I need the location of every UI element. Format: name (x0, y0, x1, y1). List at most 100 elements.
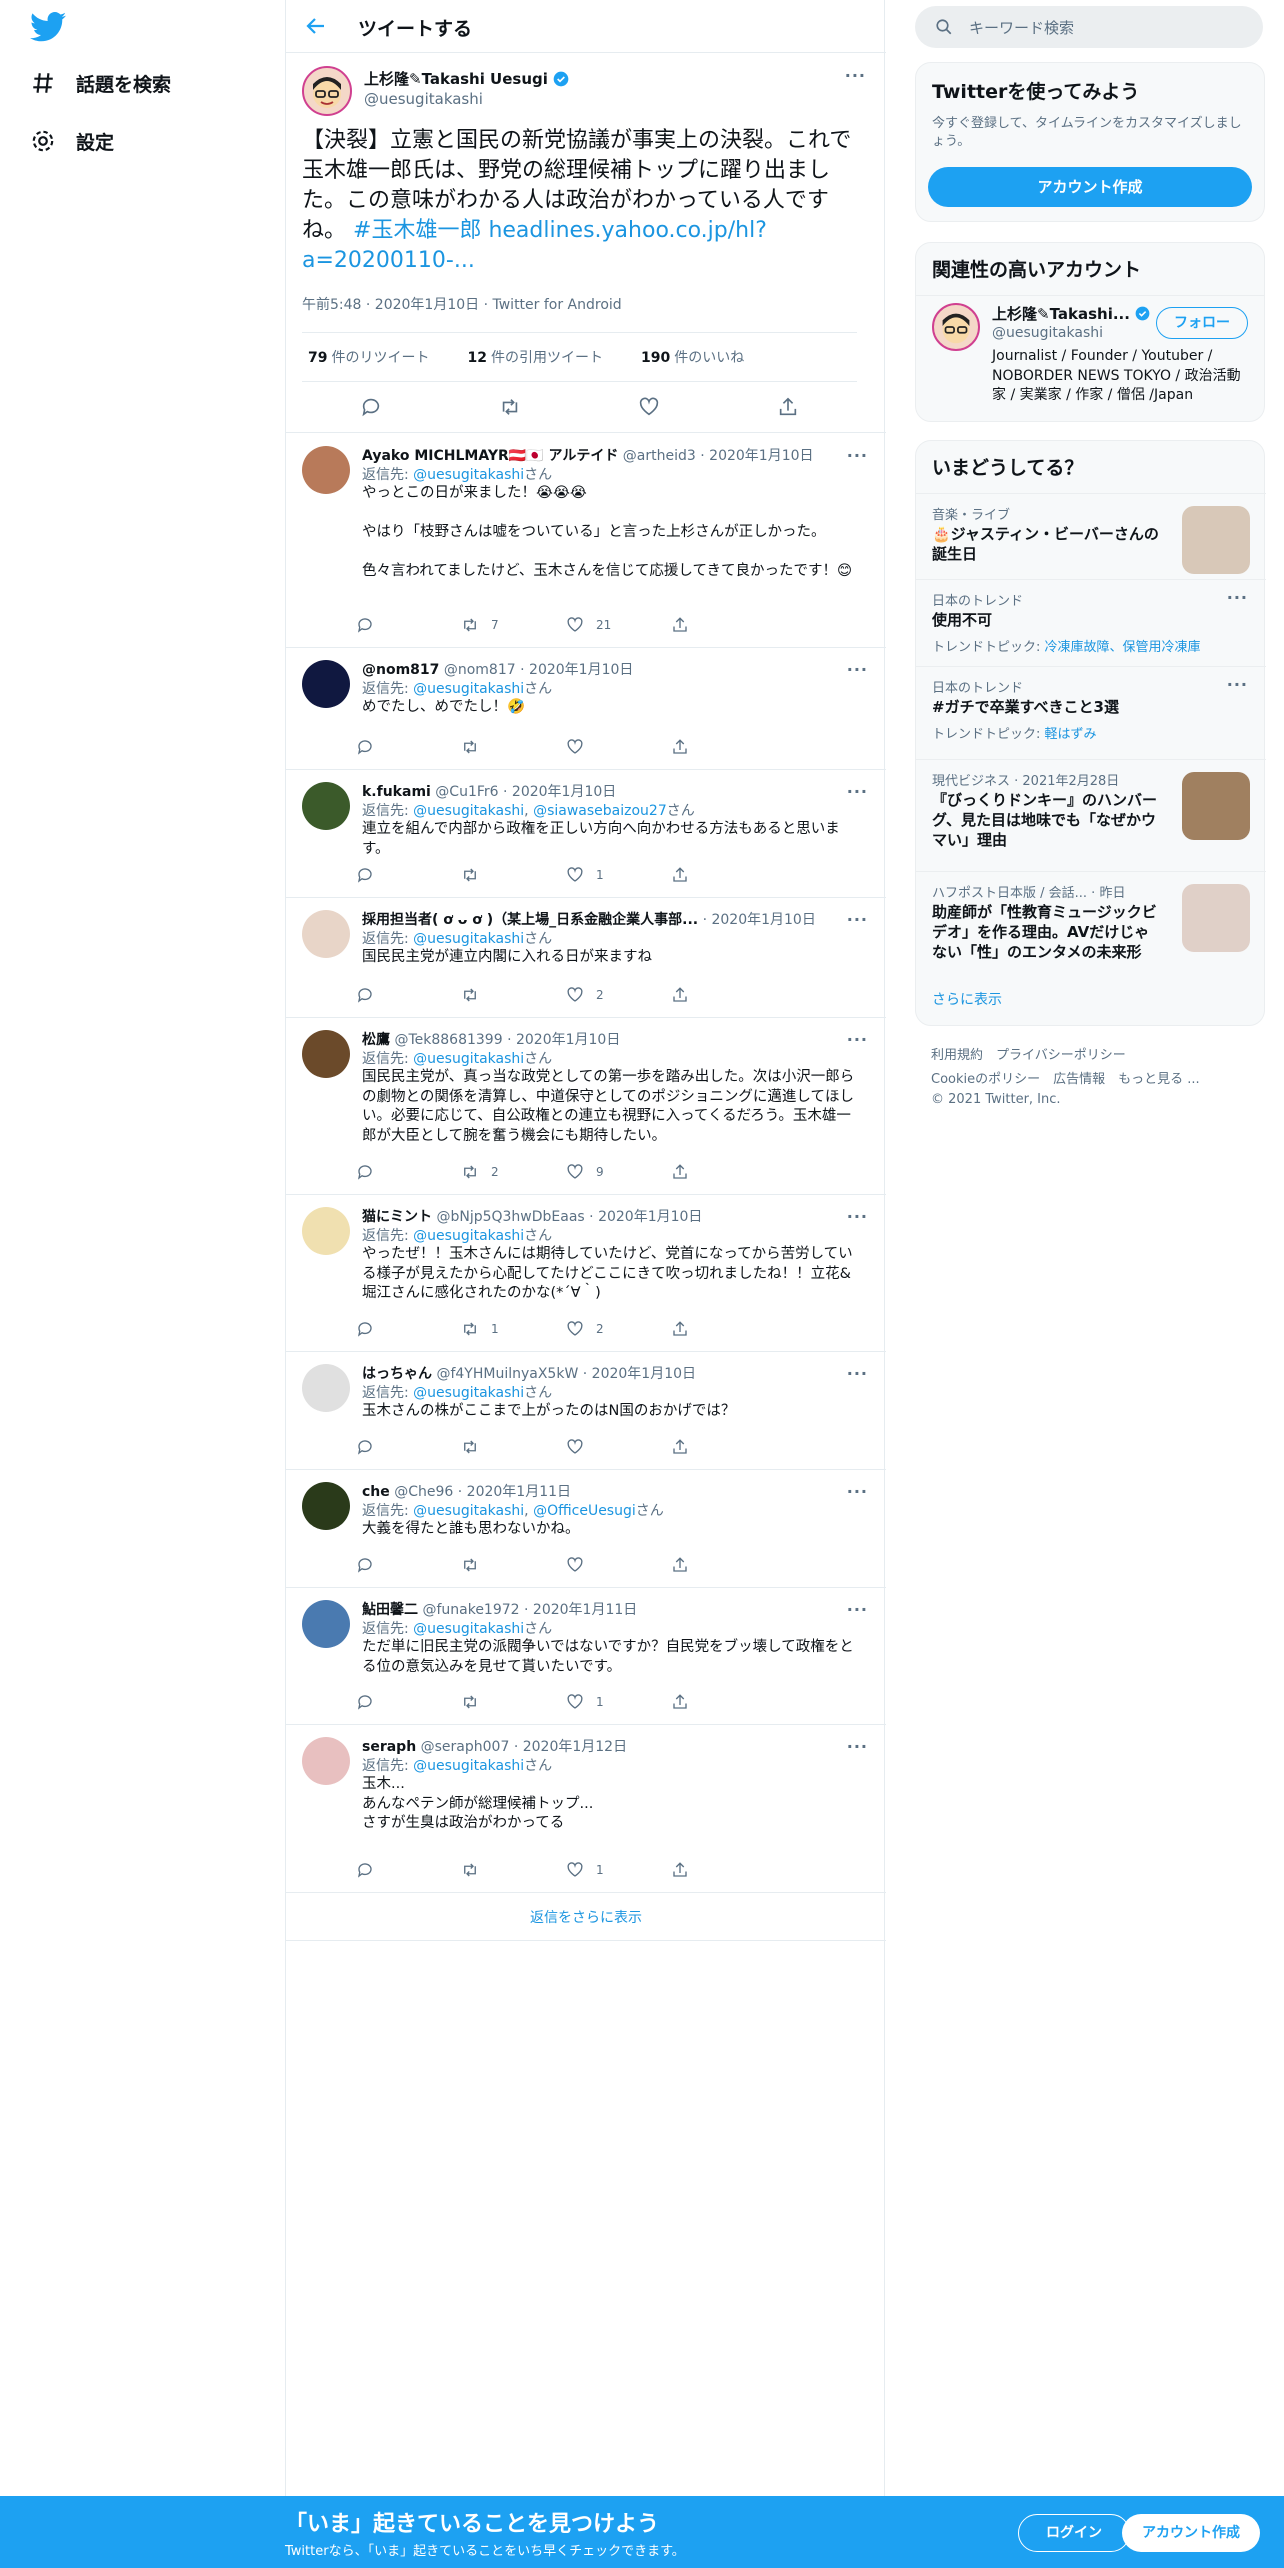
like-button[interactable] (566, 1436, 671, 1458)
share-button[interactable] (671, 614, 776, 636)
reply-tweet[interactable]: che @Che96 · 2020年1月11日 ··· 返信先: @uesugita… (286, 1470, 886, 1588)
retweet-button[interactable] (461, 1691, 566, 1713)
more-options-icon[interactable]: ··· (847, 1737, 868, 1756)
share-button[interactable] (671, 1318, 776, 1340)
share-button[interactable] (671, 1859, 776, 1881)
reply-avatar[interactable] (302, 1482, 350, 1530)
more-options-icon[interactable]: ··· (847, 1600, 868, 1619)
follow-button[interactable]: フォロー (1156, 307, 1248, 339)
reply-button[interactable] (356, 1691, 461, 1713)
reply-to-handle[interactable]: @uesugitakashi (413, 803, 524, 819)
avatar[interactable] (302, 66, 352, 116)
share-icon[interactable] (777, 396, 799, 418)
reply-handle[interactable]: @nom817 (444, 662, 516, 678)
like-button[interactable] (566, 1554, 671, 1576)
share-button[interactable] (671, 864, 776, 886)
share-button[interactable] (671, 1691, 776, 1713)
reply-author-name[interactable]: 採用担当者( ơ ᴗ ơ )（某上場_日系金融企業人事部... (362, 912, 698, 928)
trend-thumbnail[interactable] (1182, 506, 1250, 574)
retweet-button[interactable] (461, 1554, 566, 1576)
reply-tweet[interactable]: k.fukami @Cu1Fr6 · 2020年1月10日 ··· 返信先: @ue… (286, 770, 886, 898)
share-button[interactable] (671, 1554, 776, 1576)
retweet-button[interactable] (461, 864, 566, 886)
more-options-icon[interactable]: ··· (1227, 588, 1248, 607)
trend-item[interactable]: 日本のトレンド 使用不可 トレンドトピック: 冷凍庫故障、保管用冷凍庫 ··· (916, 579, 1266, 666)
share-button[interactable] (671, 1161, 776, 1183)
show-more-replies-button[interactable]: 返信をさらに表示 (286, 1893, 886, 1941)
reply-date[interactable]: 2020年1月11日 (467, 1484, 571, 1500)
retweet-button[interactable] (461, 1859, 566, 1881)
reply-author-name[interactable]: @nom817 (362, 662, 439, 678)
back-arrow-icon[interactable] (304, 14, 328, 38)
trend-topics-values[interactable]: 冷凍庫故障、保管用冷凍庫 (1045, 640, 1201, 655)
reply-tweet[interactable]: 松鷹 @Tek88681399 · 2020年1月10日 ··· 返信先: @ues… (286, 1018, 886, 1195)
reply-button[interactable] (356, 1161, 461, 1183)
more-options-icon[interactable]: ··· (847, 660, 868, 679)
footer-links-2[interactable]: Cookieのポリシー 広告情報 もっと見る ... (931, 1068, 1200, 1087)
related-name[interactable]: 上杉隆✎Takashi... (992, 303, 1150, 324)
tweet-author-name[interactable]: 上杉隆✎Takashi Uesugi (364, 68, 569, 89)
more-options-icon[interactable]: ··· (847, 446, 868, 465)
reply-date[interactable]: 2020年1月10日 (709, 448, 813, 464)
reply-avatar[interactable] (302, 446, 350, 494)
retweet-button[interactable]: 7 (461, 614, 566, 636)
reply-button[interactable] (356, 1859, 461, 1881)
trend-topics-values[interactable]: 軽はずみ (1045, 727, 1097, 742)
like-button[interactable] (566, 736, 671, 758)
retweet-button[interactable] (461, 984, 566, 1006)
reply-tweet[interactable]: @nom817 @nom817 · 2020年1月10日 ··· 返信先: @ues… (286, 648, 886, 770)
like-count[interactable]: 190 件のいいね (641, 347, 744, 367)
reply-author-name[interactable]: 松鷹 (362, 1032, 390, 1048)
like-button[interactable]: 1 (566, 1691, 671, 1713)
nav-settings[interactable]: 設定 (30, 121, 114, 161)
reply-date[interactable]: 2020年1月10日 (592, 1366, 696, 1382)
signup-button[interactable]: アカウント作成 (928, 167, 1252, 207)
reply-to-handle[interactable]: @uesugitakashi (413, 1503, 524, 1519)
trend-item[interactable]: ハフポスト日本版 / 会話... · 昨日 助産師が「性教育ミュージックビデオ」を… (916, 871, 1266, 983)
reply-author-name[interactable]: はっちゃん (362, 1366, 432, 1382)
bottom-signup-button[interactable]: アカウント作成 (1122, 2514, 1260, 2552)
reply-button[interactable] (356, 984, 461, 1006)
reply-author-name[interactable]: Ayako MICHLMAYR🇦🇹🇯🇵 アルテイド (362, 448, 618, 464)
trend-thumbnail[interactable] (1182, 772, 1250, 840)
reply-to-handle[interactable]: @uesugitakashi (413, 1051, 524, 1067)
reply-author-name[interactable]: seraph (362, 1739, 416, 1755)
reply-author-name[interactable]: k.fukami (362, 784, 431, 800)
reply-handle[interactable]: @Tek88681399 (394, 1032, 502, 1048)
reply-handle[interactable]: @Che96 (394, 1484, 453, 1500)
reply-to-handle[interactable]: @uesugitakashi (413, 1228, 524, 1244)
reply-tweet[interactable]: 採用担当者( ơ ᴗ ơ )（某上場_日系金融企業人事部... · 2020年1… (286, 898, 886, 1018)
reply-to-handle[interactable]: @uesugitakashi (413, 681, 524, 697)
reply-avatar[interactable] (302, 660, 350, 708)
share-button[interactable] (671, 1436, 776, 1458)
retweet-button[interactable] (461, 736, 566, 758)
reply-tweet[interactable]: 鮎田馨二 @funake1972 · 2020年1月11日 ··· 返信先: @ue… (286, 1588, 886, 1725)
reply-handle[interactable]: @Cu1Fr6 (435, 784, 498, 800)
quote-count[interactable]: 12 件の引用ツイート (467, 347, 602, 367)
more-options-icon[interactable]: ··· (847, 1030, 868, 1049)
share-button[interactable] (671, 736, 776, 758)
reply-tweet[interactable]: seraph @seraph007 · 2020年1月12日 ··· 返信先: @u… (286, 1725, 886, 1893)
reply-date[interactable]: 2020年1月12日 (523, 1739, 627, 1755)
reply-to-handle[interactable]: @uesugitakashi (413, 931, 524, 947)
like-icon[interactable] (638, 396, 660, 418)
reply-button[interactable] (356, 1436, 461, 1458)
reply-date[interactable]: 2020年1月10日 (516, 1032, 620, 1048)
reply-date[interactable]: 2020年1月10日 (529, 662, 633, 678)
search-input[interactable]: キーワード検索 (915, 6, 1263, 48)
reply-avatar[interactable] (302, 910, 350, 958)
reply-avatar[interactable] (302, 782, 350, 830)
retweet-icon[interactable] (499, 396, 521, 418)
retweet-button[interactable]: 1 (461, 1318, 566, 1340)
like-button[interactable]: 9 (566, 1161, 671, 1183)
reply-to-handle[interactable]: @uesugitakashi (413, 1621, 524, 1637)
trend-thumbnail[interactable] (1182, 884, 1250, 952)
footer-links-1[interactable]: 利用規約 プライバシーポリシー (931, 1044, 1126, 1063)
reply-button[interactable] (356, 614, 461, 636)
reply-handle[interactable]: @seraph007 (421, 1739, 510, 1755)
trend-item[interactable]: 音楽・ライブ 🎂ジャスティン・ビーバーさんの誕生日 (916, 493, 1266, 579)
reply-to-handle[interactable]: @OfficeUesugi (533, 1503, 636, 1519)
reply-to-handle[interactable]: @uesugitakashi (413, 467, 524, 483)
tweet-hashtag[interactable]: #玉木雄一郎 (353, 218, 481, 243)
reply-to-handle[interactable]: @siawasebaizou27 (533, 803, 667, 819)
